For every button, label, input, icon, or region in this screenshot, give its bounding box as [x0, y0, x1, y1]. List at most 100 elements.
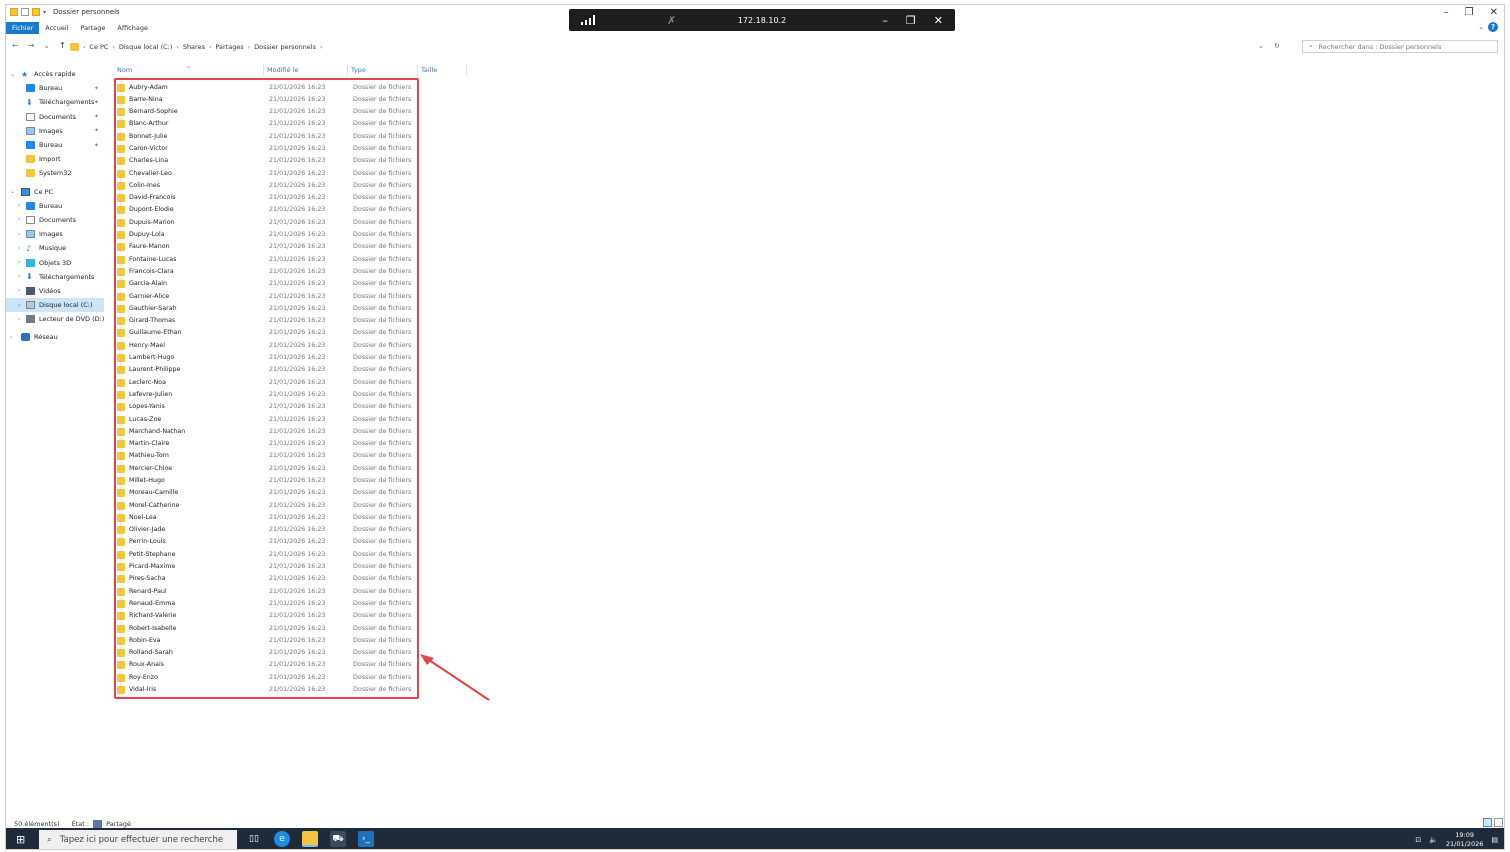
server-manager-icon[interactable]: ⛟ [330, 831, 346, 847]
search-input[interactable]: ⌕ Rechercher dans : Dossier personnels [1302, 40, 1498, 53]
nav-pc-documents[interactable]: › Documents [6, 213, 104, 227]
column-header-size[interactable]: Taille [421, 66, 437, 74]
chevron-down-icon[interactable]: ⌄ [10, 71, 15, 78]
chevron-right-icon[interactable]: › [18, 316, 20, 323]
help-icon[interactable]: ? [1488, 22, 1498, 32]
details-view-button[interactable] [1483, 818, 1492, 827]
nav-item-system32[interactable]: System32 [6, 166, 104, 180]
nav-quick-access[interactable]: ⌄ ★ Accès rapide [6, 67, 104, 81]
taskbar-search[interactable]: ⌕ Tapez ici pour effectuer une recherche [39, 830, 237, 849]
file-explorer-icon[interactable] [302, 831, 318, 847]
breadcrumb-item[interactable]: Partages [215, 43, 243, 51]
nav-item-documents[interactable]: Documents ✦ [6, 110, 104, 124]
remote-restore-button[interactable]: ❐ [906, 14, 916, 27]
status-bar: 50 élément(s) État : Partagé [14, 820, 131, 828]
dvd-icon [26, 315, 35, 324]
folder-icon [70, 43, 79, 51]
chevron-down-icon[interactable]: ⌄ [10, 188, 15, 195]
volume-icon[interactable]: 🔈 [1429, 836, 1438, 844]
breadcrumb-item[interactable]: Ce PC [89, 43, 108, 51]
nav-pc-objets3d[interactable]: › Objets 3D [6, 255, 104, 269]
nav-item-telechargements[interactable]: ⬇ Téléchargements ✦ [6, 95, 104, 109]
nav-pc-disque-c[interactable]: › Disque local (C:) [6, 298, 104, 313]
search-placeholder: Rechercher dans : Dossier personnels [1318, 42, 1442, 51]
nav-item-images[interactable]: Images ✦ [6, 124, 104, 138]
chevron-right-icon[interactable]: › [18, 245, 20, 252]
drive-icon [26, 301, 35, 310]
chevron-right-icon[interactable]: › [18, 273, 20, 280]
refresh-icon[interactable]: ↻ [1274, 42, 1280, 50]
nav-pc-telechargements[interactable]: › ⬇ Téléchargements [6, 270, 104, 284]
image-icon [26, 230, 35, 239]
nav-item-bureau[interactable]: Bureau ✦ [6, 81, 104, 95]
edge-icon[interactable]: e [274, 831, 290, 847]
nav-pc-musique[interactable]: › ♪ Musique [6, 241, 104, 255]
view-buttons [1483, 818, 1503, 827]
windows-start-icon[interactable]: ⊞ [16, 833, 25, 846]
new-folder-icon[interactable] [32, 8, 40, 16]
computer-icon [21, 187, 30, 196]
folder-icon [26, 169, 35, 178]
folder-icon [26, 155, 35, 164]
breadcrumb-item[interactable]: Disque local (C:) [119, 43, 173, 51]
chevron-right-icon[interactable]: › [18, 231, 20, 238]
chevron-right-icon[interactable]: › [10, 334, 12, 341]
chevron-right-icon[interactable]: › [18, 259, 20, 266]
address-bar[interactable]: › Ce PC › Disque local (C:) › Shares › P… [70, 41, 322, 53]
pin-icon: ✦ [94, 98, 100, 106]
qat-dropdown-icon[interactable]: ▾ [43, 9, 46, 16]
cube-icon [26, 258, 35, 267]
nav-pc-images[interactable]: › Images [6, 227, 104, 241]
close-button[interactable]: ✕ [1490, 7, 1498, 18]
clock[interactable]: 19:09 21/01/2026 [1446, 831, 1483, 849]
nav-this-pc[interactable]: ⌄ Ce PC [6, 185, 104, 199]
maximize-button[interactable]: ❐ [1465, 7, 1474, 18]
minimize-button[interactable]: – [1444, 7, 1449, 18]
nav-item-import[interactable]: Import [6, 152, 104, 166]
annotation-arrow [420, 654, 490, 701]
tab-accueil[interactable]: Accueil [39, 22, 74, 34]
item-count: 50 élément(s) [14, 820, 60, 828]
powershell-icon[interactable]: ›_ [358, 831, 374, 847]
nav-network[interactable]: › Réseau [6, 330, 104, 344]
tab-affichage[interactable]: Affichage [111, 22, 154, 34]
image-icon [26, 126, 35, 135]
address-dropdown-icon[interactable]: ⌄ [1258, 42, 1264, 50]
task-view-icon[interactable]: ▯▯ [246, 831, 262, 847]
recent-dropdown-icon[interactable]: ⌄ [43, 41, 50, 50]
properties-icon[interactable] [21, 8, 29, 16]
download-icon: ⬇ [26, 97, 33, 107]
breadcrumb-item[interactable]: Dossier personnels [254, 43, 316, 51]
forward-icon[interactable]: → [28, 41, 35, 50]
remote-minimize-button[interactable]: – [882, 14, 888, 27]
up-icon[interactable]: ↑ [59, 41, 66, 50]
back-icon[interactable]: ← [12, 41, 19, 50]
large-icons-view-button[interactable] [1494, 818, 1503, 827]
tab-fichier[interactable]: Fichier [6, 22, 40, 34]
breadcrumb-item[interactable]: Shares [183, 43, 205, 51]
tab-partage[interactable]: Partage [74, 22, 111, 34]
search-icon: ⌕ [47, 834, 52, 845]
column-header-modified[interactable]: Modifié le [267, 66, 298, 74]
column-header-type[interactable]: Type [351, 66, 366, 74]
remote-close-button[interactable]: ✕ [934, 14, 943, 27]
expand-ribbon-icon[interactable]: ⌄ [1478, 23, 1484, 31]
chevron-right-icon[interactable]: › [18, 302, 20, 309]
nav-pc-dvd[interactable]: › Lecteur de DVD (D:) [6, 312, 104, 326]
network-icon[interactable]: ⊡ [1415, 836, 1421, 844]
notification-icon[interactable]: ▤ [1491, 836, 1498, 844]
chevron-right-icon[interactable]: › [18, 216, 20, 223]
taskbar: ⊞ ⌕ Tapez ici pour effectuer une recherc… [6, 828, 1504, 849]
nav-pc-bureau[interactable]: › Bureau [6, 199, 104, 213]
nav-pc-videos[interactable]: › Vidéos [6, 284, 104, 298]
state-value: Partagé [106, 820, 132, 828]
column-header-name[interactable]: Nom [117, 66, 132, 74]
music-icon: ♪ [26, 243, 32, 253]
pin-icon: ✦ [94, 113, 100, 121]
video-icon [26, 286, 35, 295]
nav-buttons: ← → ⌄ ↑ [12, 41, 66, 50]
shared-users-icon [93, 820, 103, 828]
chevron-right-icon[interactable]: › [18, 202, 20, 209]
nav-item-bureau-2[interactable]: Bureau ✦ [6, 138, 104, 152]
chevron-right-icon[interactable]: › [18, 287, 20, 294]
